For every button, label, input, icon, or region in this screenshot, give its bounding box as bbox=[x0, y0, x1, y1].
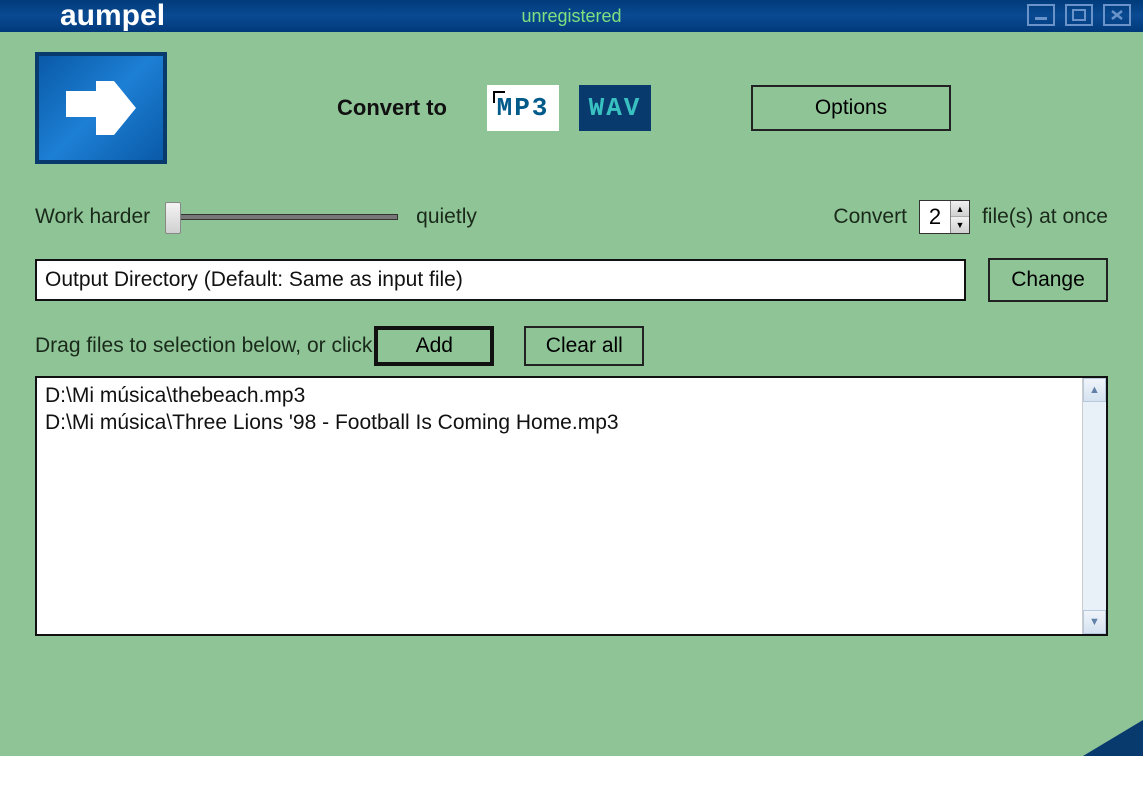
scrollbar[interactable]: ▲ ▼ bbox=[1082, 378, 1106, 634]
drag-row: Drag files to selection below, or click … bbox=[35, 326, 1108, 366]
content-area: Convert to MP3 WAV Options Work harder q… bbox=[0, 32, 1143, 636]
concurrent-spinner[interactable]: 2 ▲ ▼ bbox=[919, 200, 970, 234]
top-row: Convert to MP3 WAV Options bbox=[35, 52, 1108, 164]
arrow-right-icon bbox=[56, 73, 146, 143]
concurrent-prefix: Convert bbox=[833, 205, 907, 229]
maximize-icon bbox=[1071, 8, 1087, 22]
spinner-up-button[interactable]: ▲ bbox=[951, 201, 969, 217]
registration-status: unregistered bbox=[521, 6, 621, 27]
file-list-container: D:\Mi música\thebeach.mp3 D:\Mi música\T… bbox=[35, 376, 1108, 636]
scroll-down-button[interactable]: ▼ bbox=[1083, 610, 1106, 634]
app-window: aumpel unregistered Convert to MP3 bbox=[0, 0, 1143, 756]
concurrent-suffix: file(s) at once bbox=[982, 205, 1108, 229]
concurrent-group: Convert 2 ▲ ▼ file(s) at once bbox=[833, 200, 1108, 234]
output-directory-field[interactable]: Output Directory (Default: Same as input… bbox=[35, 259, 966, 301]
titlebar: aumpel unregistered bbox=[0, 0, 1143, 32]
convert-logo bbox=[35, 52, 167, 164]
scroll-up-button[interactable]: ▲ bbox=[1083, 378, 1106, 402]
options-button[interactable]: Options bbox=[751, 85, 951, 131]
list-item[interactable]: D:\Mi música\Three Lions '98 - Football … bbox=[45, 409, 1074, 436]
close-icon bbox=[1109, 8, 1125, 22]
close-button[interactable] bbox=[1103, 4, 1131, 26]
slider-thumb[interactable] bbox=[165, 202, 181, 234]
file-list[interactable]: D:\Mi música\thebeach.mp3 D:\Mi música\T… bbox=[37, 378, 1082, 634]
convert-to-label: Convert to bbox=[337, 95, 447, 121]
minimize-icon bbox=[1033, 9, 1049, 21]
list-item[interactable]: D:\Mi música\thebeach.mp3 bbox=[45, 382, 1074, 409]
minimize-button[interactable] bbox=[1027, 4, 1055, 26]
priority-slider[interactable] bbox=[168, 214, 398, 220]
resize-grip[interactable] bbox=[1083, 720, 1143, 756]
format-group: MP3 WAV bbox=[487, 85, 651, 131]
spinner-down-button[interactable]: ▼ bbox=[951, 217, 969, 233]
slider-label-right: quietly bbox=[416, 205, 477, 229]
slider-label-left: Work harder bbox=[35, 205, 150, 229]
priority-row: Work harder quietly Convert 2 ▲ ▼ file(s… bbox=[35, 200, 1108, 234]
drag-instruction: Drag files to selection below, or click bbox=[35, 334, 372, 358]
change-directory-button[interactable]: Change bbox=[988, 258, 1108, 302]
concurrent-value: 2 bbox=[920, 201, 950, 233]
window-controls bbox=[1027, 4, 1131, 26]
format-wav-button[interactable]: WAV bbox=[579, 85, 651, 131]
clear-all-button[interactable]: Clear all bbox=[524, 326, 644, 366]
output-directory-row: Output Directory (Default: Same as input… bbox=[35, 258, 1108, 302]
format-mp3-button[interactable]: MP3 bbox=[487, 85, 559, 131]
add-files-button[interactable]: Add bbox=[374, 326, 494, 366]
maximize-button[interactable] bbox=[1065, 4, 1093, 26]
app-brand: aumpel bbox=[0, 2, 165, 30]
